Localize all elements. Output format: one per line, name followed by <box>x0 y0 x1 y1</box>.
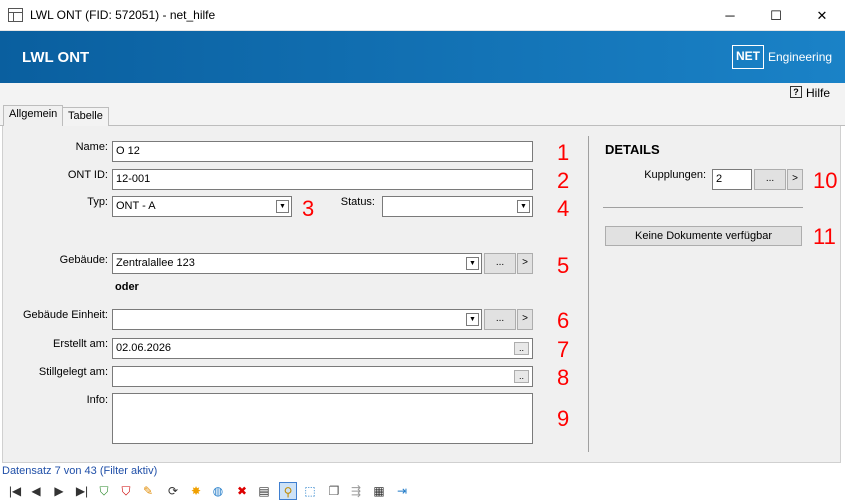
tab-tabelle[interactable]: Tabelle <box>62 107 109 126</box>
marker-4: 4 <box>557 196 570 221</box>
help-icon[interactable]: ? <box>790 86 802 98</box>
gebaeude-select[interactable]: Zentralallee 123 ▼ <box>112 253 482 274</box>
last-record-icon[interactable]: ▶| <box>73 482 91 500</box>
kupplungen-field: 2 <box>712 169 752 190</box>
record-status: Datensatz 7 von 43 (Filter aktiv) <box>2 465 158 477</box>
typ-select[interactable]: ONT - A ▼ <box>112 196 292 217</box>
ont-id-label: ONT ID: <box>67 169 108 181</box>
erstellt-am-label: Erstellt am: <box>52 338 108 350</box>
kupplungen-goto-button[interactable]: > <box>787 169 803 190</box>
marker-9: 9 <box>557 406 570 431</box>
marker-6: 6 <box>557 308 570 333</box>
print-icon[interactable]: ▤ <box>255 482 273 500</box>
remove-filter-icon[interactable]: ⛉ <box>117 482 135 500</box>
vertical-divider <box>588 136 589 452</box>
edit-pencil-icon[interactable]: ✎ <box>139 482 157 500</box>
name-input[interactable]: O 12 <box>112 141 533 162</box>
kupplungen-label: Kupplungen: <box>644 169 706 181</box>
marker-10: 10 <box>813 168 838 193</box>
tab-allgemein[interactable]: Allgemein <box>3 105 64 127</box>
status-label: Status: <box>340 196 375 208</box>
chevron-down-icon[interactable]: ▼ <box>466 257 479 270</box>
gebaeude-goto-button[interactable]: > <box>517 253 533 274</box>
delete-icon[interactable]: ✖ <box>233 482 251 500</box>
marker-2: 2 <box>557 168 570 193</box>
chevron-down-icon[interactable]: ▼ <box>466 313 479 326</box>
chevron-down-icon[interactable]: ▼ <box>517 200 530 213</box>
marker-1: 1 <box>557 140 570 165</box>
help-bar: ? Hilfe <box>0 83 845 104</box>
marker-3: 3 <box>302 196 315 221</box>
app-table-icon <box>8 8 23 22</box>
next-record-icon[interactable]: ▶ <box>50 482 68 500</box>
table-edit-icon[interactable]: ▦ <box>370 482 388 500</box>
previous-record-icon[interactable]: ◀ <box>27 482 45 500</box>
window-title: LWL ONT (FID: 572051) - net_hilfe <box>30 8 216 22</box>
kupplungen-browse-button[interactable]: ... <box>754 169 786 190</box>
info-textarea[interactable] <box>112 393 533 444</box>
erstellt-am-input[interactable]: 02.06.2026 .. <box>112 338 533 359</box>
typ-label: Typ: <box>87 196 108 208</box>
gebaeude-einheit-goto-button[interactable]: > <box>517 309 533 330</box>
horizontal-divider <box>603 207 803 208</box>
first-record-icon[interactable]: |◀ <box>6 482 24 500</box>
new-record-icon[interactable]: ✸ <box>187 482 205 500</box>
gebaeude-label: Gebäude: <box>59 254 108 266</box>
zoom-icon[interactable]: ⚲ <box>279 482 297 500</box>
marker-5: 5 <box>557 253 570 278</box>
minimize-button[interactable]: ─ <box>707 0 753 31</box>
marker-7: 7 <box>557 337 570 362</box>
exit-icon[interactable]: ⇥ <box>393 482 411 500</box>
ont-id-input[interactable]: 12-001 <box>112 169 533 190</box>
erstellt-am-value: 02.06.2026 <box>116 342 172 354</box>
close-button[interactable]: ✕ <box>799 0 845 31</box>
marker-8: 8 <box>557 365 570 390</box>
general-panel: Name: O 12 1 ONT ID: 12-001 2 Typ: ONT -… <box>2 126 841 463</box>
refresh-icon[interactable]: ⟳ <box>164 482 182 500</box>
header-banner: LWL ONT NET Engineering <box>0 31 845 83</box>
net-logo: NET <box>732 45 764 69</box>
stillgelegt-am-input[interactable]: .. <box>112 366 533 387</box>
gebaeude-browse-button[interactable]: ... <box>484 253 516 274</box>
oder-text: oder <box>115 281 139 293</box>
gebaeude-einheit-select[interactable]: ▼ <box>112 309 482 330</box>
status-select[interactable]: ▼ <box>382 196 533 217</box>
gebaeude-value: Zentralallee 123 <box>116 257 195 269</box>
tab-strip: Allgemein Tabelle <box>0 104 845 127</box>
gebaeude-einheit-browse-button[interactable]: ... <box>484 309 516 330</box>
help-link[interactable]: Hilfe <box>806 86 830 100</box>
chevron-down-icon[interactable]: ▼ <box>276 200 289 213</box>
logo-text: Engineering <box>768 50 833 64</box>
typ-value: ONT - A <box>116 200 156 212</box>
add-filter-icon[interactable]: ⛉ <box>95 482 113 500</box>
select-area-icon[interactable]: ⬚ <box>301 482 319 500</box>
copy-icon[interactable]: ❐ <box>325 482 343 500</box>
maximize-button[interactable]: ☐ <box>753 0 799 31</box>
form-title: LWL ONT <box>22 49 90 66</box>
date-picker-button[interactable]: .. <box>514 370 529 383</box>
documents-button[interactable]: Keine Dokumente verfügbar <box>605 226 802 246</box>
gebaeude-einheit-label: Gebäude Einheit: <box>22 309 108 321</box>
name-label: Name: <box>75 141 108 153</box>
globe-icon[interactable]: ◍ <box>209 482 227 500</box>
details-title: DETAILS <box>605 142 660 157</box>
info-label: Info: <box>86 394 108 406</box>
title-bar: LWL ONT (FID: 572051) - net_hilfe ─ ☐ ✕ <box>0 0 845 31</box>
navigation-toolbar: |◀ ◀ ▶ ▶| ⛉ ⛉ ✎ ⟳ ✸ ◍ ✖ ▤ ⚲ ⬚ ❐ ⇶ ▦ ⇥ <box>0 480 845 503</box>
marker-11: 11 <box>813 224 836 249</box>
date-picker-button[interactable]: .. <box>514 342 529 355</box>
merge-icon[interactable]: ⇶ <box>347 482 365 500</box>
stillgelegt-am-label: Stillgelegt am: <box>38 366 108 378</box>
